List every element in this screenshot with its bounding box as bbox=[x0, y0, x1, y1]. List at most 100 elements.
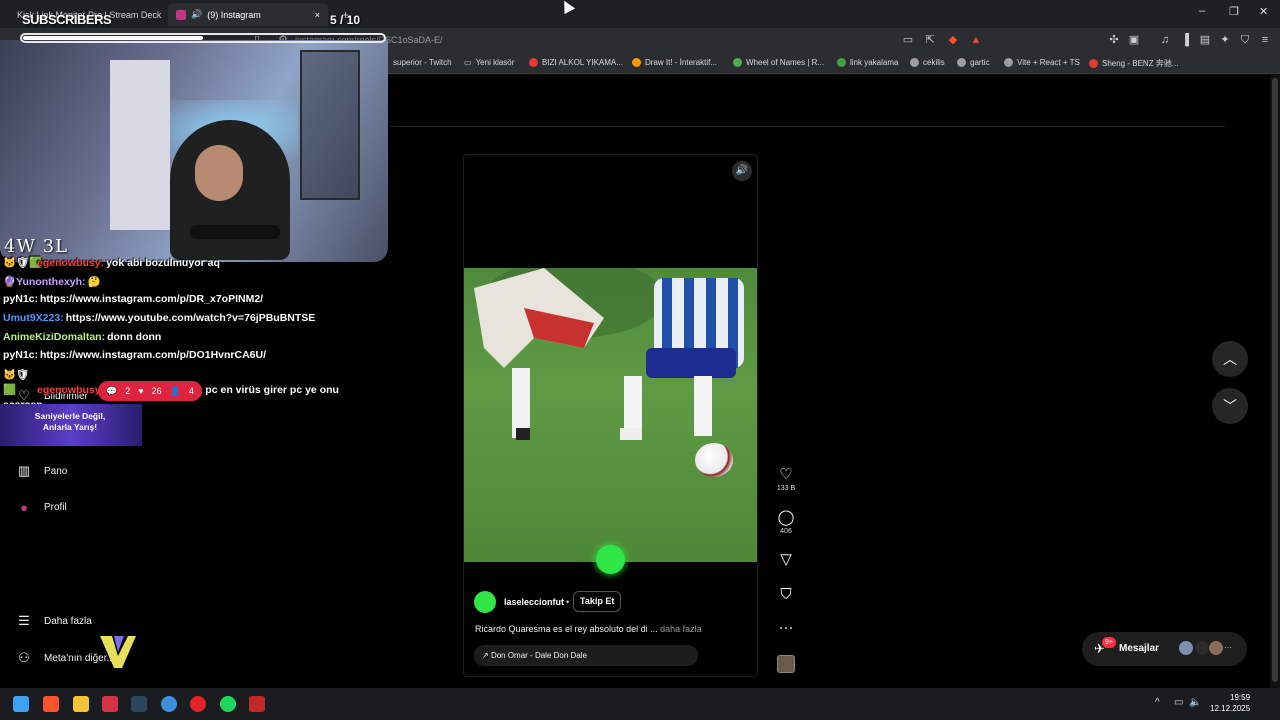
ellipsis-icon: ··· bbox=[778, 619, 794, 636]
share-button[interactable]: ▽ bbox=[776, 551, 796, 569]
scrollbar-thumb[interactable] bbox=[1272, 78, 1278, 682]
cast-icon[interactable]: ▭ bbox=[901, 33, 915, 47]
bookmark-item[interactable]: gartic bbox=[957, 58, 990, 67]
tab-label: (9) Instagram bbox=[207, 9, 261, 20]
chat-user: AnimeKiziDomaltan: bbox=[3, 331, 106, 343]
previous-reel-button[interactable]: ︿ bbox=[1212, 341, 1248, 377]
comment-button[interactable]: ◯ 406 bbox=[776, 509, 796, 535]
bookmark-item[interactable]: ▭ Yeni klasör bbox=[464, 58, 514, 67]
chart-icon: ▥ bbox=[17, 463, 31, 478]
comment-count: 406 bbox=[780, 528, 792, 535]
close-window-button[interactable]: ✕ bbox=[1259, 5, 1268, 18]
chat-user: Yunonthexyh: bbox=[16, 276, 86, 288]
vpn-icon[interactable]: ⛉ bbox=[1238, 33, 1252, 47]
bookmark-item[interactable]: Sheng - BENZ 奔驰... bbox=[1089, 58, 1178, 69]
avatar bbox=[1208, 640, 1224, 656]
brave-shield-icon[interactable]: ◆ bbox=[946, 33, 960, 47]
more-options-button[interactable]: ··· bbox=[776, 619, 796, 637]
spotify-icon[interactable] bbox=[220, 696, 236, 712]
steam-icon[interactable] bbox=[131, 696, 147, 712]
next-reel-button[interactable]: ﹀ bbox=[1212, 388, 1248, 424]
volume-icon[interactable]: 🔈 bbox=[1189, 697, 1201, 708]
bookmark-favicon-icon bbox=[1004, 58, 1013, 67]
v-logo-icon bbox=[100, 636, 136, 668]
time: 19:59 bbox=[1230, 693, 1251, 702]
comment-icon: 💬 bbox=[106, 385, 118, 396]
file-explorer-icon[interactable] bbox=[73, 696, 89, 712]
sidebar-item-profil[interactable]: ● Profil bbox=[16, 500, 67, 515]
taskbar-clock[interactable]: 19:59 12.12.2025 bbox=[1210, 692, 1250, 714]
bookmark-item[interactable]: cekilis bbox=[910, 58, 945, 67]
like-count: 133 B bbox=[776, 485, 796, 492]
bookmark-item[interactable]: Vite + React + TS bbox=[1004, 58, 1080, 67]
caption-text: Ricardo Quaresma es el rey absoluto del … bbox=[475, 624, 658, 634]
promo-text: Saniyelerle Değil, Anlarla Yarış! bbox=[34, 411, 106, 432]
bookmark-favicon-icon bbox=[910, 58, 919, 67]
comment-count: 2 bbox=[125, 386, 131, 396]
instagram-favicon-icon bbox=[176, 9, 186, 20]
chat-text: https://www.instagram.com/p/DO1HvnrCA6U/ bbox=[40, 349, 266, 361]
sidebar-item-pano[interactable]: ▥ Pano bbox=[16, 463, 68, 479]
follow-button[interactable]: Takip Et bbox=[573, 591, 622, 612]
viewer-count: 4 bbox=[188, 386, 194, 396]
webcam-shelf bbox=[300, 50, 360, 200]
reel-caption: Ricardo Quaresma es el rey absoluto del … bbox=[475, 624, 702, 634]
network-icon[interactable]: ▭ bbox=[1174, 697, 1183, 708]
channel-badge-icon bbox=[596, 545, 625, 574]
brave-browser-icon[interactable] bbox=[43, 696, 59, 712]
comment-icon: ◯ bbox=[777, 509, 795, 526]
chat-badges-icon: 🐱🛡🟩 bbox=[3, 257, 43, 269]
media-icon[interactable]: ♫ bbox=[1158, 33, 1172, 47]
screenshot-icon[interactable]: ▣ bbox=[1127, 33, 1141, 47]
reel-username[interactable]: laseleccionfut bbox=[504, 597, 564, 607]
app-pin-icon[interactable] bbox=[102, 696, 118, 712]
wallet-icon[interactable]: ▤ bbox=[1198, 33, 1212, 47]
audio-thumbnail[interactable] bbox=[777, 655, 795, 673]
ellipsis-icon: ··· bbox=[1224, 643, 1232, 652]
heart-icon: ♡ bbox=[779, 466, 793, 483]
chevron-up-icon: ︿ bbox=[1223, 351, 1237, 367]
bookmark-label: link yakalama bbox=[850, 58, 899, 67]
reel-video[interactable] bbox=[464, 268, 757, 562]
subscribers-label: SUBSCRIBERS bbox=[22, 12, 112, 27]
bookmark-item[interactable]: BIZI ALKOL YIKAMA... bbox=[529, 58, 623, 67]
volume-icon[interactable]: 🔊 bbox=[732, 161, 752, 181]
bookmark-item[interactable]: link yakalama bbox=[837, 58, 898, 67]
folder-icon: ▭ bbox=[464, 58, 472, 67]
bookmark-item[interactable]: Draw It! - İnteraktif... bbox=[632, 58, 717, 67]
avatar[interactable] bbox=[474, 591, 496, 613]
brave-rewards-icon[interactable]: ▲ bbox=[969, 33, 983, 47]
chevron-down-icon: ﹀ bbox=[1223, 398, 1237, 414]
extensions-icon[interactable]: ✣ bbox=[1107, 33, 1121, 47]
app-globe-icon[interactable] bbox=[161, 696, 177, 712]
bookmark-favicon-icon bbox=[529, 58, 538, 67]
tab-close-button[interactable]: × bbox=[315, 10, 320, 20]
chat-user: egenowbusy: bbox=[37, 384, 105, 396]
bookmark-label: superior - Twitch bbox=[393, 58, 452, 67]
like-count: 26 bbox=[151, 386, 162, 396]
chat-message: 🐱🛡🟩egenowbusy: yok abi bozulmuyor aq bbox=[3, 256, 220, 269]
bookmark-label: Yeni klasör bbox=[475, 58, 515, 67]
app-tile-icon[interactable] bbox=[249, 696, 265, 712]
share-icon[interactable]: ⇱ bbox=[923, 33, 937, 47]
leo-ai-icon[interactable]: ✦ bbox=[1218, 33, 1232, 47]
microphone bbox=[190, 225, 280, 239]
save-button[interactable]: ⛉ bbox=[776, 586, 796, 604]
bookmark-item[interactable]: Wheel of Names | R... bbox=[733, 58, 824, 67]
sidebar-toggle-icon[interactable]: ▐ bbox=[1178, 33, 1192, 47]
profile-icon: ● bbox=[20, 500, 28, 515]
chevron-up-icon[interactable]: ^ bbox=[1155, 697, 1160, 708]
bookmark-item[interactable]: superior - Twitch bbox=[393, 58, 452, 67]
minimize-button[interactable]: – bbox=[1199, 5, 1205, 17]
windows-start-icon[interactable] bbox=[13, 696, 29, 712]
menu-icon[interactable]: ≡ bbox=[1258, 33, 1272, 47]
chat-message: pyN1c: https://www.instagram.com/p/DR_x7o… bbox=[3, 293, 263, 305]
sidebar-item-daha-fazla[interactable]: ☰ Daha fazla bbox=[16, 613, 92, 629]
like-button[interactable]: ♡ 133 B bbox=[776, 466, 796, 492]
app-red-icon[interactable] bbox=[190, 696, 206, 712]
audio-track[interactable]: ↗ Don Omar - Dale Don Dale bbox=[474, 645, 698, 666]
tab-instagram[interactable]: 🔊 (9) Instagram × bbox=[168, 3, 328, 26]
maximize-button[interactable]: ❐ bbox=[1229, 5, 1239, 18]
more-link[interactable]: daha fazla bbox=[660, 624, 702, 634]
chat-text: https://www.youtube.com/watch?v=76jPBuBN… bbox=[65, 312, 316, 324]
